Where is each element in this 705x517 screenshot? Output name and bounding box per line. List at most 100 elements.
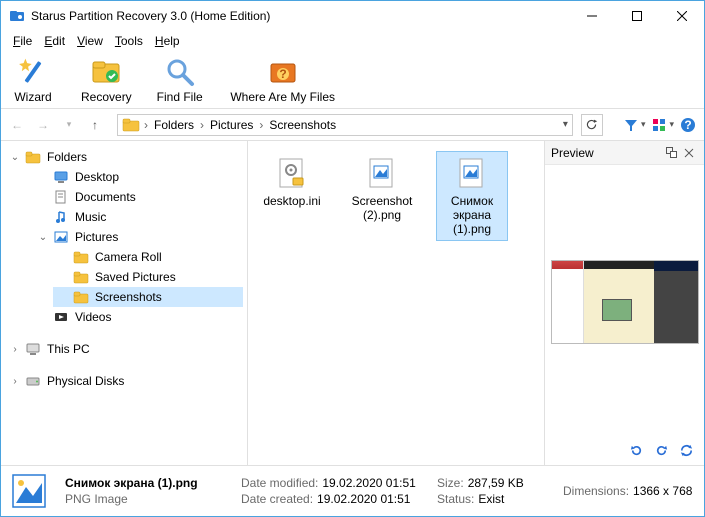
nav-back-button[interactable]: ← [9,117,25,133]
preview-header: Preview [545,141,704,165]
details-dimensions-value: 1366 x 768 [633,484,692,498]
menu-view[interactable]: View [71,32,109,50]
expand-icon[interactable]: › [9,344,21,355]
view-options: ▾ ▾ ? [623,117,696,133]
file-list[interactable]: desktop.ini Screenshot (2).png Снимок эк… [248,141,544,465]
rotate-left-button[interactable] [629,443,644,461]
maximize-button[interactable] [614,1,659,31]
file-item[interactable]: desktop.ini [256,151,328,213]
main-toolbar: Wizard Recovery Find File ? Where Are My… [1,51,704,109]
breadcrumb-dropdown-icon[interactable]: ▾ [563,119,568,130]
folder-icon [25,149,41,165]
image-file-icon [362,156,402,192]
details-dimensions-label: Dimensions: [563,484,629,498]
tree-item-saved-pictures[interactable]: Saved Pictures [53,267,243,287]
find-file-icon [164,56,196,88]
expand-icon[interactable]: › [9,376,21,387]
details-filename: Снимок экрана (1).png [65,476,225,490]
preview-pane: Preview [544,141,704,465]
menu-file[interactable]: File [7,32,38,50]
preview-toolbar [545,439,704,465]
preview-close-button[interactable] [680,148,698,158]
find-file-button[interactable]: Find File [156,56,204,104]
tree-item-music[interactable]: Music [33,207,243,227]
breadcrumb[interactable]: › Folders › Pictures › Screenshots ▾ [117,114,573,136]
preview-popout-button[interactable] [662,147,680,158]
image-file-icon [452,156,492,192]
rotate-right-button[interactable] [654,443,669,461]
menu-tools[interactable]: Tools [109,32,149,50]
tree-label: Documents [73,189,138,205]
menu-help[interactable]: Help [149,32,186,50]
help-button[interactable]: ? [680,117,696,133]
tree-label: Desktop [73,169,121,185]
wizard-button[interactable]: Wizard [9,56,57,104]
where-are-my-files-button[interactable]: ? Where Are My Files [228,56,338,104]
crumb-pictures[interactable]: Pictures [208,118,255,132]
close-button[interactable] [659,1,704,31]
nav-up-button[interactable]: ↑ [87,117,103,133]
tree-item-physical-disks[interactable]: ›Physical Disks [5,371,243,391]
tree-label: Music [73,209,108,225]
tree-label: Saved Pictures [93,269,178,285]
pictures-icon [53,229,69,245]
where-icon: ? [267,56,299,88]
crumb-screenshots[interactable]: Screenshots [267,118,338,132]
tree-item-videos[interactable]: Videos [33,307,243,327]
find-file-label: Find File [157,90,203,104]
breadcrumb-folder-icon [122,116,140,134]
svg-text:?: ? [684,118,691,132]
file-item[interactable]: Screenshot (2).png [346,151,418,227]
folder-icon [73,269,89,285]
tree-item-desktop[interactable]: Desktop [33,167,243,187]
refresh-preview-button[interactable] [679,443,694,461]
nav-history-dropdown[interactable]: ▾ [61,117,77,133]
wizard-label: Wizard [14,90,51,104]
details-file-icon [9,471,49,511]
documents-icon [53,189,69,205]
file-item[interactable]: Снимок экрана (1).png [436,151,508,241]
file-name: Screenshot (2).png [349,194,415,222]
nav-forward-button[interactable]: → [35,117,51,133]
disk-icon [25,373,41,389]
tree-item-camera-roll[interactable]: Camera Roll [53,247,243,267]
this-pc-icon [25,341,41,357]
view-mode-button[interactable]: ▾ [651,117,674,133]
tree-label: Camera Roll [93,249,164,265]
details-status-label: Status: [437,492,474,506]
app-window: Starus Partition Recovery 3.0 (Home Edit… [0,0,705,517]
tree-item-this-pc[interactable]: ›This PC [5,339,243,359]
details-created-label: Date created: [241,492,313,506]
minimize-button[interactable] [569,1,614,31]
menu-bar: File Edit View Tools Help [1,31,704,51]
tree-item-documents[interactable]: Documents [33,187,243,207]
window-title: Starus Partition Recovery 3.0 (Home Edit… [31,9,569,23]
nav-arrows: ← → ▾ ↑ [9,117,103,133]
refresh-button[interactable] [581,114,603,136]
chevron-right-icon: › [259,118,263,132]
details-status-value: Exist [478,492,504,506]
tree-item-screenshots[interactable]: Screenshots [53,287,243,307]
where-label: Where Are My Files [230,90,335,104]
main-pane: desktop.ini Screenshot (2).png Снимок эк… [248,141,704,465]
tree-item-pictures[interactable]: ⌄Pictures [33,227,243,247]
collapse-icon[interactable]: ⌄ [9,152,21,163]
app-icon [9,8,25,24]
videos-icon [53,309,69,325]
tree-item-folders[interactable]: ⌄ Folders [5,147,243,167]
file-name: desktop.ini [263,194,320,208]
content-area: ⌄ Folders Desktop Documents Music ⌄Pictu… [1,141,704,466]
navigation-bar: ← → ▾ ↑ › Folders › Pictures › Screensho… [1,109,704,141]
file-name: Снимок экрана (1).png [439,194,505,236]
collapse-icon[interactable]: ⌄ [37,232,49,243]
preview-thumbnail [551,260,699,344]
details-size-value: 287,59 KB [468,476,524,490]
menu-edit[interactable]: Edit [38,32,71,50]
preview-body [545,165,704,439]
filter-button[interactable]: ▾ [623,117,646,133]
recovery-button[interactable]: Recovery [81,56,132,104]
desktop-icon [53,169,69,185]
crumb-folders[interactable]: Folders [152,118,196,132]
tree-label: Screenshots [93,289,164,305]
details-size-label: Size: [437,476,464,490]
